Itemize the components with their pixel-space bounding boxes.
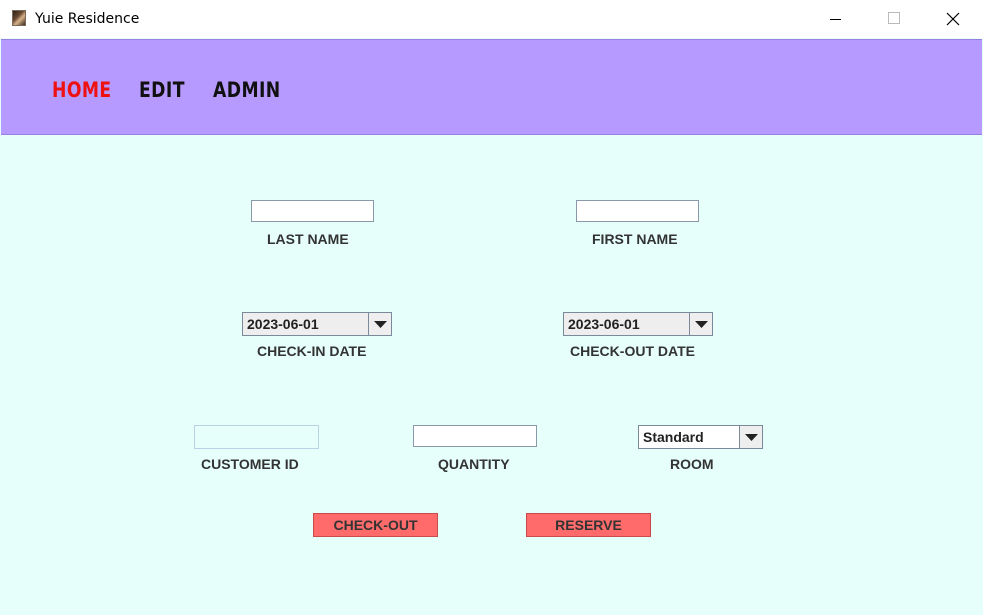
title-bar: Yuie Residence: [0, 0, 983, 38]
check-out-button[interactable]: CHECK-OUT: [313, 513, 438, 537]
close-icon: [946, 12, 960, 26]
nav-home[interactable]: HOME: [52, 78, 112, 102]
customer-id-label: CUSTOMER ID: [201, 456, 299, 472]
check-out-date-value: 2023-06-01: [568, 316, 640, 332]
nav-banner: HOME EDIT ADMIN: [1, 39, 982, 135]
window-title: Yuie Residence: [35, 11, 140, 27]
check-in-dropdown-button[interactable]: [368, 313, 391, 335]
reserve-button[interactable]: RESERVE: [526, 513, 651, 537]
check-out-dropdown-button[interactable]: [689, 313, 712, 335]
app-window: Yuie Residence HOME EDIT ADMIN LAST NAME…: [0, 0, 983, 615]
close-button[interactable]: [924, 0, 982, 38]
nav-admin[interactable]: ADMIN: [213, 78, 281, 102]
check-in-label: CHECK-IN DATE: [257, 343, 367, 359]
chevron-down-icon: [695, 321, 708, 328]
first-name-label: FIRST NAME: [592, 231, 678, 247]
chevron-down-icon: [374, 321, 387, 328]
chevron-down-icon: [745, 434, 758, 441]
check-out-date-select[interactable]: 2023-06-01: [563, 312, 713, 336]
maximize-button[interactable]: [865, 0, 923, 38]
quantity-field[interactable]: [413, 425, 537, 447]
room-label: ROOM: [670, 456, 714, 472]
check-in-date-select[interactable]: 2023-06-01: [242, 312, 392, 336]
minimize-button[interactable]: [807, 0, 865, 38]
minimize-icon: [830, 19, 841, 20]
first-name-field[interactable]: [576, 200, 699, 222]
room-value: Standard: [643, 429, 704, 445]
maximize-icon: [888, 12, 900, 24]
room-dropdown-button[interactable]: [739, 426, 762, 448]
nav-edit[interactable]: EDIT: [139, 78, 185, 102]
check-out-label: CHECK-OUT DATE: [570, 343, 695, 359]
room-select[interactable]: Standard: [638, 425, 763, 449]
quantity-label: QUANTITY: [438, 456, 510, 472]
check-in-date-value: 2023-06-01: [247, 316, 319, 332]
app-icon: [12, 10, 26, 26]
customer-id-field[interactable]: [194, 425, 319, 449]
last-name-label: LAST NAME: [267, 231, 349, 247]
last-name-field[interactable]: [251, 200, 374, 222]
